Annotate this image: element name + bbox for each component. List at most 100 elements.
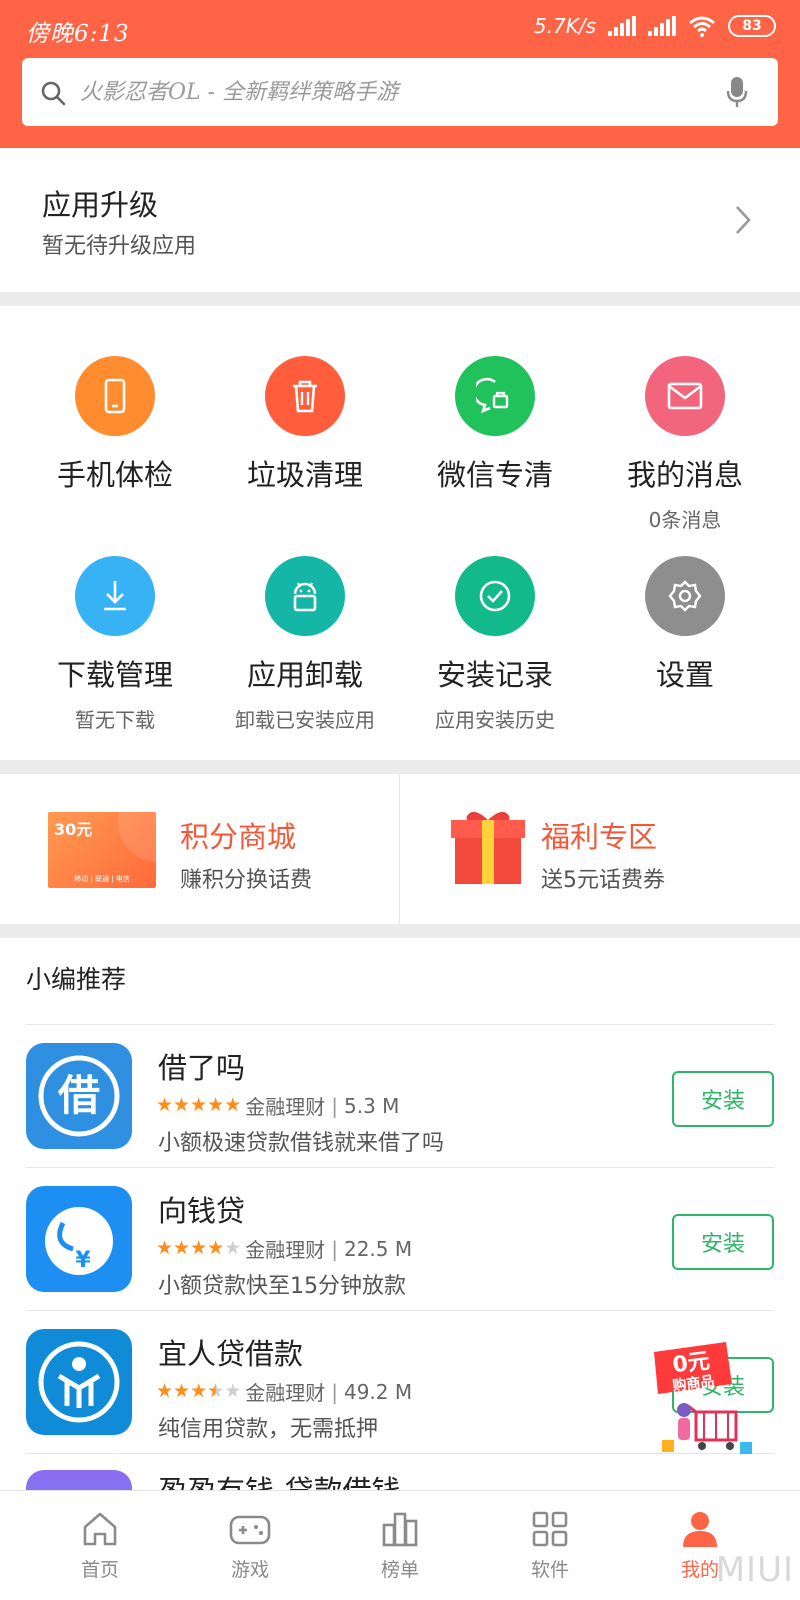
apps-grid-icon: [532, 1511, 568, 1547]
app-size: 49.2 M: [343, 1379, 413, 1404]
svg-text:借: 借: [57, 1071, 100, 1120]
trash-icon: [265, 356, 345, 436]
points-mall-title: 积分商城: [180, 820, 297, 854]
ranking-icon: [382, 1512, 418, 1547]
tool-label: 垃圾清理: [246, 458, 363, 492]
gift-icon: [451, 811, 525, 884]
gear-icon: [645, 556, 725, 636]
rating-stars: ★ ★ ★ ★ ★: [156, 1094, 242, 1116]
tool-label: 我的消息: [626, 458, 743, 492]
app-meta: ★ ★ ★ ★ ★ 金融理财 | 49.2 M: [156, 1377, 412, 1406]
tool-label: 应用卸载: [246, 658, 363, 692]
miui-watermark: MIUI: [715, 1550, 794, 1590]
status-indicators: 5.7K/s 83: [534, 14, 776, 38]
wechat-clean-icon: [455, 356, 535, 436]
app-icon: 借: [26, 1043, 132, 1149]
tool-wechat-clean[interactable]: 微信专清: [400, 356, 590, 494]
install-button[interactable]: 安装: [672, 1214, 774, 1270]
app-size: 5.3 M: [343, 1093, 400, 1118]
android-icon: [265, 556, 345, 636]
chevron-right-icon: [736, 206, 751, 234]
app-name: 宜人贷借款: [158, 1337, 304, 1371]
app-name: 向钱贷: [158, 1194, 246, 1228]
status-bar: 傍晚6:13 5.7K/s 83: [0, 0, 800, 56]
app-meta: ★ ★ ★ ★ ★ 金融理财 | 5.3 M: [156, 1091, 399, 1120]
download-icon: [75, 556, 155, 636]
home-icon: [83, 1512, 117, 1546]
tool-junk-clean[interactable]: 垃圾清理: [210, 356, 400, 494]
status-time: 傍晚6:13: [26, 21, 130, 47]
app-name: 盈盈有钱-贷款借钱: [158, 1468, 400, 1490]
check-circle-icon: [455, 556, 535, 636]
app-size: 22.5 M: [343, 1236, 413, 1261]
nav-software[interactable]: 软件: [490, 1509, 610, 1582]
section-divider: [0, 292, 800, 306]
voucher-value: 30元: [54, 820, 93, 839]
rating-stars: ★ ★ ★ ★ ★: [156, 1237, 242, 1259]
app-icon: [26, 1329, 132, 1435]
network-speed: 5.7K/s: [533, 14, 596, 38]
search-icon[interactable]: [40, 80, 66, 106]
tool-sublabel: 卸载已安装应用: [235, 708, 375, 732]
signal-icon: [608, 16, 636, 36]
mail-icon: [645, 356, 725, 436]
tool-app-uninstall[interactable]: 应用卸载 卸载已安装应用: [210, 556, 400, 733]
tool-download-manager[interactable]: 下载管理 暂无下载: [20, 556, 210, 733]
tool-label: 手机体检: [56, 458, 173, 492]
upgrade-title: 应用升级: [42, 188, 159, 222]
app-category: 金融理财: [245, 1095, 326, 1119]
install-button[interactable]: 安装: [672, 1071, 774, 1127]
person-icon: [683, 1512, 717, 1547]
list-item-app[interactable]: 借 借了吗 ★ ★ ★ ★ ★ 金融理财 | 5.3 M 小额极速贷款借钱就来借了吗 安…: [0, 1025, 800, 1167]
signal-icon: [648, 16, 676, 36]
nav-label: 软件: [530, 1559, 569, 1581]
welfare-zone-title: 福利专区: [541, 820, 658, 854]
tool-sublabel: 应用安装历史: [435, 708, 555, 732]
nav-label: 首页: [80, 1559, 119, 1581]
tool-label: 设置: [655, 658, 714, 692]
app-icon: [26, 1470, 132, 1490]
wifi-icon: [689, 16, 715, 37]
tool-label: 安装记录: [436, 658, 553, 692]
app-meta: ★ ★ ★ ★ ★ 金融理财 | 22.5 M: [156, 1234, 412, 1263]
app-name: 借了吗: [158, 1051, 246, 1085]
nav-label: 游戏: [230, 1559, 269, 1581]
tool-label: 微信专清: [436, 458, 553, 492]
section-divider: [0, 924, 800, 938]
app-category: 金融理财: [245, 1381, 326, 1405]
tool-label: 下载管理: [56, 658, 173, 692]
welfare-zone-subtitle: 送5元话费券: [541, 868, 665, 893]
recommend-title: 小编推荐: [26, 965, 127, 994]
battery-indicator: 83: [728, 15, 776, 37]
tool-sublabel: 0条消息: [648, 508, 722, 532]
points-mall-card[interactable]: 30元 移动 | 联通 | 电信 积分商城 赚积分换话费: [0, 774, 400, 924]
tool-phone-check[interactable]: 手机体检: [20, 356, 210, 494]
phone-icon: [75, 356, 155, 436]
svg-text:¥: ¥: [75, 1248, 91, 1273]
search-bar[interactable]: [22, 58, 778, 126]
app-description: 小额极速贷款借钱就来借了吗: [158, 1131, 445, 1156]
search-input[interactable]: [80, 58, 720, 126]
nav-label: 榜单: [380, 1559, 419, 1581]
app-icon: ¥: [26, 1186, 132, 1292]
voucher-footer: 移动 | 联通 | 电信: [74, 875, 130, 883]
section-divider: [0, 760, 800, 774]
mic-icon[interactable]: [726, 76, 748, 108]
list-item-app[interactable]: ¥ 向钱贷 ★ ★ ★ ★ ★ 金融理财 | 22.5 M 小额贷款快至15分钟放款 安…: [0, 1168, 800, 1310]
nav-ranking[interactable]: 榜单: [340, 1509, 460, 1582]
tool-install-history[interactable]: 安装记录 应用安装历史: [400, 556, 590, 733]
tool-my-messages[interactable]: 我的消息 0条消息: [590, 356, 780, 533]
zero-yuan-promo-badge[interactable]: 0元 购商品: [648, 1340, 758, 1462]
tool-settings[interactable]: 设置: [590, 556, 780, 694]
upgrade-subtitle: 暂无待升级应用: [42, 234, 197, 259]
app-category: 金融理财: [245, 1238, 326, 1262]
nav-home[interactable]: 首页: [40, 1509, 160, 1582]
welfare-zone-card[interactable]: 福利专区 送5元话费券: [401, 774, 800, 924]
header: 傍晚6:13 5.7K/s 83: [0, 0, 800, 148]
app-description: 小额贷款快至15分钟放款: [158, 1274, 406, 1299]
app-upgrade-row[interactable]: 应用升级 暂无待升级应用: [0, 148, 800, 292]
nav-games[interactable]: 游戏: [190, 1509, 310, 1582]
tool-sublabel: 暂无下载: [75, 708, 155, 732]
voucher-image: 30元 移动 | 联通 | 电信: [48, 812, 156, 888]
app-description: 纯信用贷款，无需抵押: [158, 1417, 379, 1442]
